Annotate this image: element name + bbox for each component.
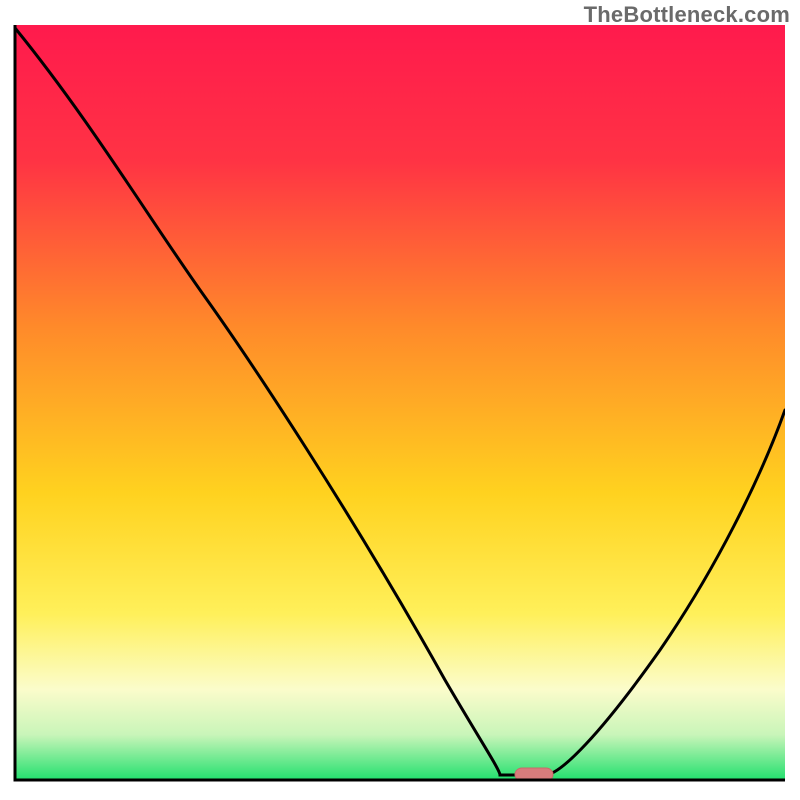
watermark-text: TheBottleneck.com	[584, 2, 790, 28]
chart-stage: TheBottleneck.com	[0, 0, 800, 800]
bottleneck-chart	[0, 0, 800, 800]
gradient-background	[15, 25, 785, 780]
